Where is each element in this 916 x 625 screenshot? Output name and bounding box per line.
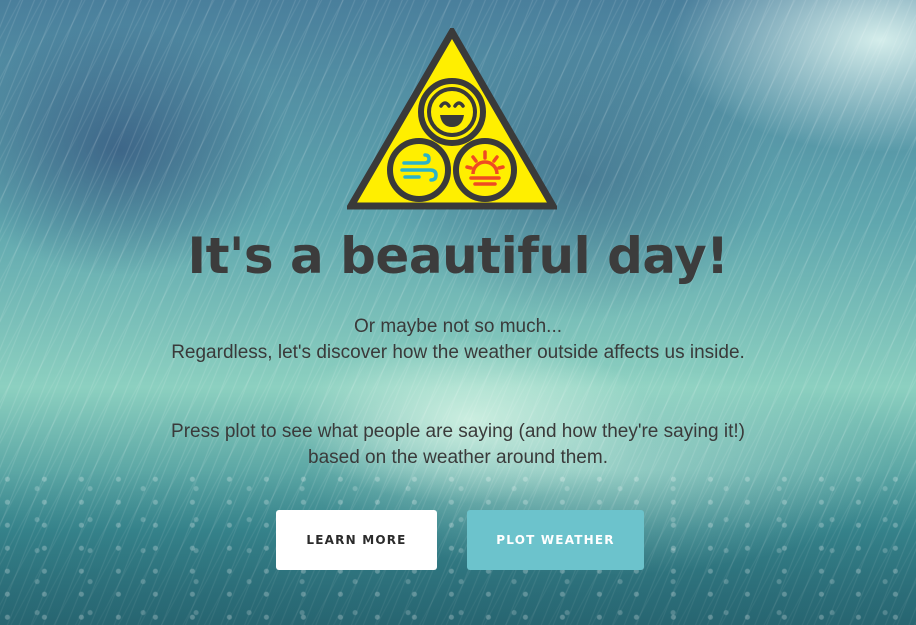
- intro-line: Or maybe not so much...: [353, 316, 563, 337]
- weather-mood-logo: [347, 28, 557, 210]
- page-title: It's a beautiful day!: [187, 227, 730, 285]
- prompt-line: based on the weather around them.: [308, 447, 608, 468]
- plot-prompt-text: Press plot to see what people are saying…: [0, 419, 916, 471]
- learn-more-button[interactable]: LEARN MORE: [276, 510, 437, 570]
- smiley-face-icon: [418, 78, 486, 146]
- wind-icon: [387, 138, 451, 202]
- sunrise-icon: [453, 138, 517, 202]
- intro-line: Regardless, let's discover how the weath…: [171, 342, 745, 363]
- prompt-line: Press plot to see what people are saying…: [171, 421, 745, 442]
- plot-weather-button[interactable]: PLOT WEATHER: [467, 510, 644, 570]
- intro-text: Or maybe not so much... Regardless, let'…: [0, 314, 916, 366]
- hero-section: It's a beautiful day! Or maybe not so mu…: [0, 0, 916, 625]
